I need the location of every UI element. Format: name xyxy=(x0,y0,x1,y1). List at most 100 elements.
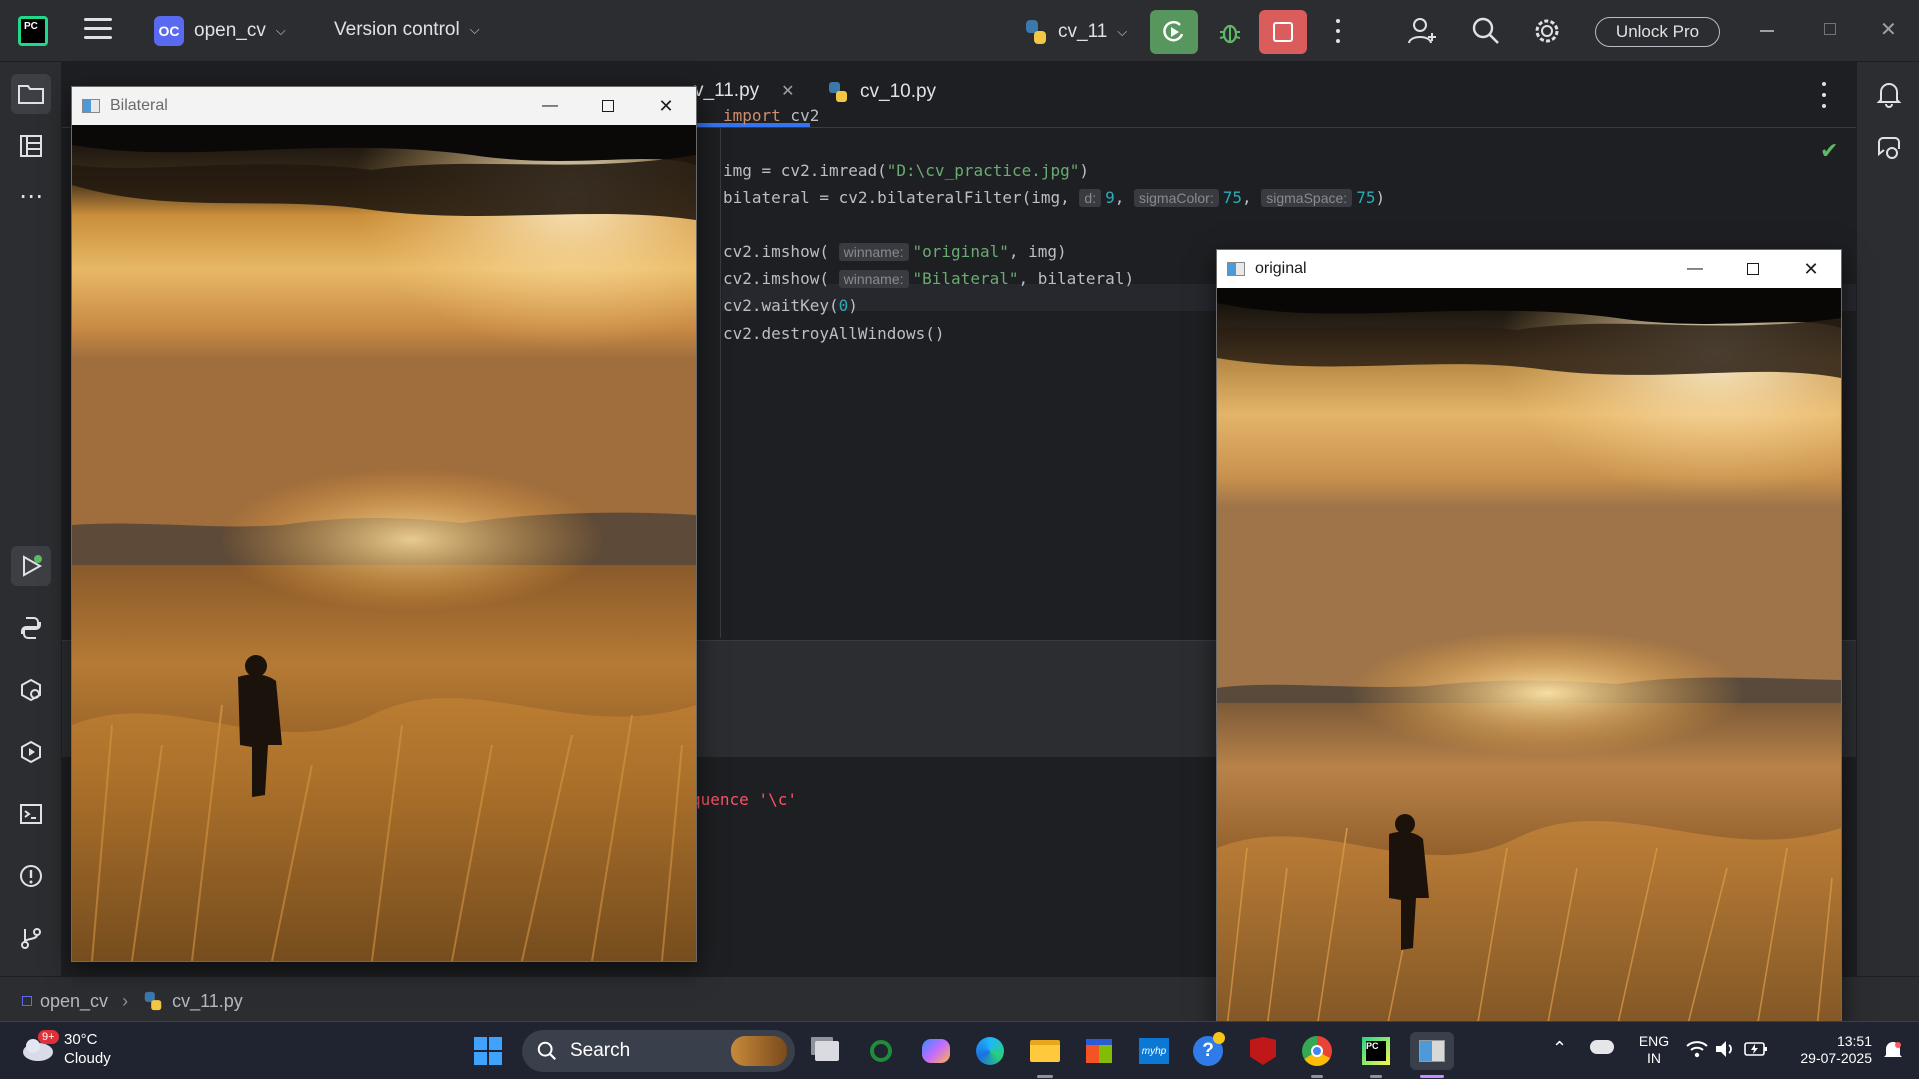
python-file-icon xyxy=(144,991,162,1011)
code-text: cv2 xyxy=(780,106,820,125)
string-literal: "D:\cv_practice.jpg" xyxy=(886,161,1080,180)
minimize-icon[interactable] xyxy=(1760,30,1774,32)
windows-start-icon[interactable] xyxy=(469,1032,507,1070)
opencv-window-icon xyxy=(82,99,100,113)
run-config-selector[interactable]: cv_11 ⌵ xyxy=(1022,18,1127,46)
restore-icon[interactable] xyxy=(1824,23,1836,35)
running-indicator xyxy=(1037,1075,1053,1078)
version-control-menu[interactable]: Version control ⌵ xyxy=(334,19,480,41)
python-packages-icon[interactable] xyxy=(11,670,51,710)
opencv-window-taskbar-icon[interactable] xyxy=(1410,1032,1454,1070)
clock[interactable]: 13:51 29-07-2025 xyxy=(1782,1033,1872,1067)
taskbar-search-box[interactable]: Search xyxy=(522,1030,795,1072)
battery-charging-icon[interactable] xyxy=(1744,1041,1768,1062)
help-icon[interactable]: ? xyxy=(1189,1032,1227,1070)
number-literal: 75 xyxy=(1222,188,1242,207)
python-console-icon[interactable] xyxy=(11,608,51,648)
param-hint: sigmaColor: xyxy=(1134,189,1219,207)
time: 13:51 xyxy=(1836,1033,1872,1049)
breadcrumb-project[interactable]: open_cv xyxy=(40,991,108,1012)
services-icon[interactable] xyxy=(11,732,51,772)
tab-cv-11[interactable]: v_11.py ✕ xyxy=(694,80,795,102)
volume-icon[interactable] xyxy=(1714,1039,1736,1064)
original-image-window[interactable]: original — ✕ xyxy=(1216,249,1842,1029)
opencv-window-icon xyxy=(1227,262,1245,276)
project-switcher[interactable]: OC open_cv ⌵ xyxy=(154,16,286,46)
tab-options-icon[interactable] xyxy=(1822,82,1828,108)
weather-widget[interactable]: 9+ xyxy=(20,1030,60,1072)
stop-button[interactable] xyxy=(1259,10,1307,54)
weather-text[interactable]: 30°C Cloudy xyxy=(64,1030,111,1068)
terminal-icon[interactable] xyxy=(11,794,51,834)
edge-browser-icon[interactable] xyxy=(971,1032,1009,1070)
code-line-9[interactable]: cv2.destroyAllWindows() xyxy=(723,324,945,343)
search-icon xyxy=(537,1041,557,1061)
breadcrumb-file[interactable]: cv_11.py xyxy=(172,991,243,1012)
bug-icon xyxy=(1219,24,1241,44)
close-icon[interactable]: ✕ xyxy=(1783,250,1839,288)
onedrive-cloud-icon[interactable] xyxy=(1590,1040,1614,1054)
chevron-down-icon: ⌵ xyxy=(1117,24,1128,39)
wifi-icon[interactable] xyxy=(1686,1039,1708,1064)
search-icon[interactable] xyxy=(1470,15,1502,52)
code-line-4[interactable]: bilateral = cv2.bilateralFilter(img, d: 9… xyxy=(723,188,1385,207)
minimize-icon[interactable]: — xyxy=(522,87,578,125)
code-text: img = cv2.imread( xyxy=(723,161,887,180)
task-view-icon[interactable] xyxy=(808,1032,846,1070)
code-text: , xyxy=(1114,188,1135,207)
number-literal: 9 xyxy=(1105,188,1115,207)
problems-icon[interactable] xyxy=(11,856,51,896)
settings-gear-icon[interactable] xyxy=(1531,15,1563,52)
project-folder-icon[interactable] xyxy=(11,74,51,114)
git-branch-icon[interactable] xyxy=(11,918,51,958)
close-icon[interactable]: ✕ xyxy=(638,87,694,125)
add-user-icon[interactable] xyxy=(1406,15,1438,52)
notifications-bell-icon[interactable] xyxy=(1869,74,1909,114)
code-line-6[interactable]: cv2.imshow( winname: "original", img) xyxy=(723,242,1067,261)
chevron-down-icon: ⌵ xyxy=(275,23,286,38)
maximize-icon[interactable] xyxy=(1725,250,1781,288)
running-indicator xyxy=(1311,1075,1323,1078)
code-line-8[interactable]: cv2.waitKey(0) xyxy=(723,296,858,315)
xbox-app-icon[interactable] xyxy=(862,1032,900,1070)
left-tool-window-bar: ⋯ xyxy=(0,62,62,976)
pycharm-taskbar-icon[interactable]: PC xyxy=(1357,1032,1395,1070)
pycharm-logo-icon[interactable]: PC xyxy=(18,16,48,46)
chevron-right-icon: › xyxy=(122,990,129,1011)
myhp-icon[interactable]: myhp xyxy=(1135,1032,1173,1070)
close-icon[interactable]: ✕ xyxy=(1880,17,1897,42)
chrome-icon[interactable] xyxy=(1298,1032,1336,1070)
input-language[interactable]: ENG IN xyxy=(1634,1033,1674,1067)
project-badge: OC xyxy=(154,16,184,46)
bilateral-filtered-image xyxy=(72,125,696,961)
python-icon xyxy=(1026,20,1046,44)
mcafee-icon[interactable] xyxy=(1244,1032,1282,1070)
close-tab-icon[interactable]: ✕ xyxy=(781,81,794,101)
bilateral-image-window[interactable]: Bilateral — ✕ xyxy=(71,86,697,962)
keyword: import xyxy=(723,106,781,125)
unlock-pro-button[interactable]: Unlock Pro xyxy=(1595,17,1720,47)
main-menu-icon[interactable] xyxy=(84,18,112,44)
param-hint: winname: xyxy=(838,243,909,261)
code-line-7[interactable]: cv2.imshow( winname: "Bilateral", bilater… xyxy=(723,269,1134,288)
structure-icon[interactable] xyxy=(11,126,51,166)
minimize-icon[interactable]: — xyxy=(1667,250,1723,288)
maximize-icon[interactable] xyxy=(580,87,636,125)
code-line-3[interactable]: img = cv2.imread("D:\cv_practice.jpg") xyxy=(723,161,1089,180)
microsoft-store-icon[interactable] xyxy=(1080,1032,1118,1070)
code-text: cv2.waitKey( xyxy=(723,296,839,315)
code-text: cv2.imshow( xyxy=(723,242,839,261)
run-tool-icon[interactable] xyxy=(11,546,51,586)
debug-button[interactable] xyxy=(1212,14,1248,50)
notification-center-icon[interactable] xyxy=(1882,1040,1904,1067)
file-explorer-icon[interactable] xyxy=(1026,1032,1064,1070)
rerun-button[interactable] xyxy=(1150,10,1198,54)
window-title: Bilateral xyxy=(110,97,168,114)
more-tools-icon[interactable]: ⋯ xyxy=(11,176,51,216)
ai-assistant-icon[interactable] xyxy=(1869,128,1909,168)
more-actions-icon[interactable] xyxy=(1328,16,1348,46)
show-hidden-icons-chevron-up-icon[interactable]: ⌃ xyxy=(1552,1038,1567,1059)
code-line-1[interactable]: import cv2 xyxy=(723,106,819,125)
tab-cv-10[interactable]: cv_10.py xyxy=(826,80,936,104)
copilot-icon[interactable] xyxy=(917,1032,955,1070)
